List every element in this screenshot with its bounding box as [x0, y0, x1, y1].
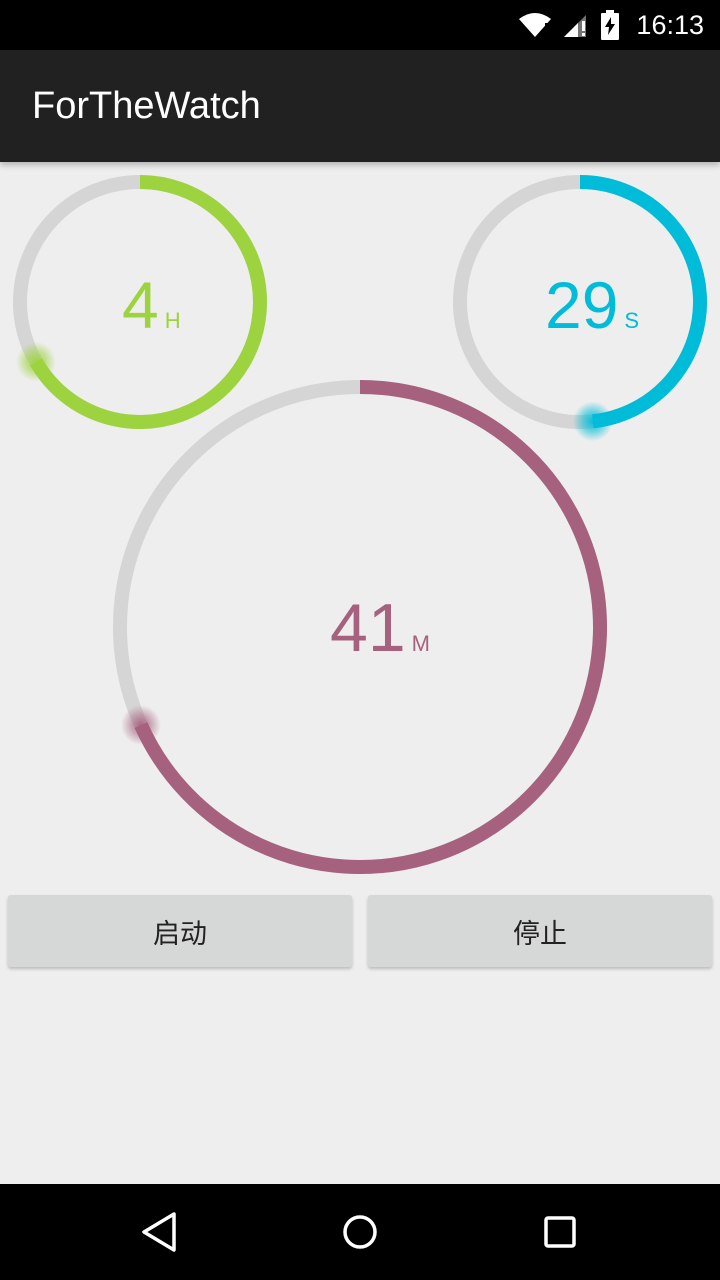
hours-handle[interactable] [15, 341, 56, 382]
content: 4H 29 S 41 M 启动 停止 [0, 162, 720, 1184]
seconds-value: 29 S [545, 272, 639, 338]
seconds-number: 29 [545, 268, 619, 342]
app-bar: ForTheWatch [0, 50, 720, 162]
home-icon[interactable] [336, 1208, 384, 1256]
wifi-icon [519, 13, 552, 37]
navigation-bar [0, 1184, 720, 1280]
recents-icon[interactable] [536, 1208, 584, 1256]
minutes-value: 41 M [330, 594, 430, 662]
seconds-unit: S [624, 308, 640, 333]
status-time: 16:13 [636, 9, 704, 40]
back-icon[interactable] [136, 1208, 184, 1256]
minutes-unit: M [411, 631, 430, 656]
signal-icon [564, 15, 587, 37]
minutes-number: 41 [330, 590, 406, 666]
app-title: ForTheWatch [32, 85, 261, 127]
seconds-handle[interactable] [572, 401, 613, 442]
stop-button[interactable]: 停止 [368, 895, 712, 967]
hours-number: 4 [122, 268, 159, 342]
battery-charging-icon [601, 10, 620, 40]
hours-value: 4H [122, 272, 181, 338]
status-icons: 16:13 [518, 0, 704, 50]
start-button[interactable]: 启动 [8, 895, 352, 967]
minutes-handle[interactable] [120, 705, 161, 746]
status-bar: 16:13 [0, 0, 720, 50]
hours-unit: H [164, 308, 181, 333]
